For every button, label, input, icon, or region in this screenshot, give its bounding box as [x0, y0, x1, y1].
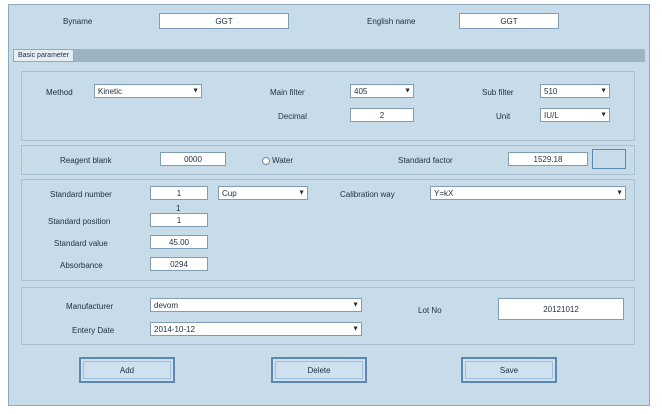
standard-number-label: Standard number: [50, 190, 112, 199]
absorbance-input[interactable]: 0294: [150, 257, 208, 271]
delete-button-label: Delete: [307, 365, 331, 375]
tab-bar: Basic parameter: [13, 49, 645, 62]
water-label: Water: [272, 156, 294, 165]
standard-value-label: Standard value: [54, 239, 108, 248]
main-filter-value: 405: [354, 86, 368, 96]
main-filter-label: Main filter: [270, 88, 305, 97]
manufacturer-value: devom: [154, 300, 179, 310]
standard-position-input[interactable]: 1: [150, 213, 208, 227]
chevron-down-icon: ▼: [404, 87, 411, 95]
entry-date-value: 2014-10-12: [154, 324, 195, 334]
decimal-input[interactable]: 2: [350, 108, 414, 122]
method-label: Method: [46, 88, 73, 97]
absorbance-label: Absorbance: [60, 261, 103, 270]
standard-position-label: Standard position: [48, 217, 111, 226]
method-select[interactable]: Kinetic ▼: [94, 84, 202, 98]
calibration-way-label: Calibration way: [340, 190, 395, 199]
save-button[interactable]: Save: [461, 357, 557, 383]
chevron-down-icon: ▼: [352, 301, 359, 309]
sub-filter-value: 510: [544, 86, 558, 96]
delete-button[interactable]: Delete: [271, 357, 367, 383]
save-button-label: Save: [499, 365, 519, 375]
sub-filter-select[interactable]: 510 ▼: [540, 84, 610, 98]
chevron-down-icon: ▼: [192, 87, 199, 95]
reagent-blank-label: Reagent blank: [60, 156, 112, 165]
calibration-way-value: Y=kX: [434, 188, 454, 198]
unit-select[interactable]: IU/L ▼: [540, 108, 610, 122]
calibration-way-select[interactable]: Y=kX ▼: [430, 186, 626, 200]
method-panel: Method Kinetic ▼ Main filter 405 ▼ Sub f…: [21, 71, 635, 141]
standard-value-input[interactable]: 45.00: [150, 235, 208, 249]
reagent-blank-input[interactable]: 0000: [160, 152, 226, 166]
standard-number-input[interactable]: 1: [150, 186, 208, 200]
add-button-label: Add: [119, 365, 135, 375]
entry-date-select[interactable]: 2014-10-12 ▼: [150, 322, 362, 336]
english-name-input[interactable]: GGT: [459, 13, 559, 29]
reagent-panel: Reagent blank 0000 Water Standard factor…: [21, 145, 635, 175]
sub-filter-label: Sub filter: [482, 88, 514, 97]
chevron-down-icon: ▼: [616, 189, 623, 197]
chevron-down-icon: ▼: [600, 111, 607, 119]
standard-factor-label: Standard factor: [398, 156, 453, 165]
entry-date-label: Entery Date: [72, 326, 115, 335]
decimal-label: Decimal: [278, 112, 307, 121]
byname-label: Byname: [63, 17, 93, 26]
manufacturer-panel: Manufacturer devom ▼ Lot No 20121012 Ent…: [21, 287, 635, 345]
english-name-label: English name: [367, 17, 416, 26]
standard-unit-select[interactable]: Cup ▼: [218, 186, 308, 200]
add-button[interactable]: Add: [79, 357, 175, 383]
unit-label: Unit: [496, 112, 511, 121]
water-radio[interactable]: [262, 157, 270, 165]
standard-unit-value: Cup: [222, 188, 237, 198]
chevron-down-icon: ▼: [298, 189, 305, 197]
lot-no-input[interactable]: 20121012: [498, 298, 624, 320]
manufacturer-label: Manufacturer: [66, 302, 114, 311]
main-filter-select[interactable]: 405 ▼: [350, 84, 414, 98]
standard-panel: Standard number 1 Cup ▼ Calibration way …: [21, 179, 635, 281]
chevron-down-icon: ▼: [600, 87, 607, 95]
standard-index: 1: [176, 204, 181, 213]
chevron-down-icon: ▼: [352, 325, 359, 333]
tab-basic-parameter[interactable]: Basic parameter: [13, 49, 74, 62]
standard-factor-button[interactable]: [592, 149, 626, 169]
method-value: Kinetic: [98, 86, 123, 96]
window: Byname GGT English name GGT Basic parame…: [8, 4, 650, 406]
manufacturer-select[interactable]: devom ▼: [150, 298, 362, 312]
unit-value: IU/L: [544, 110, 559, 120]
byname-input[interactable]: GGT: [159, 13, 289, 29]
lot-no-label: Lot No: [418, 306, 442, 315]
standard-factor-input[interactable]: 1529.18: [508, 152, 588, 166]
